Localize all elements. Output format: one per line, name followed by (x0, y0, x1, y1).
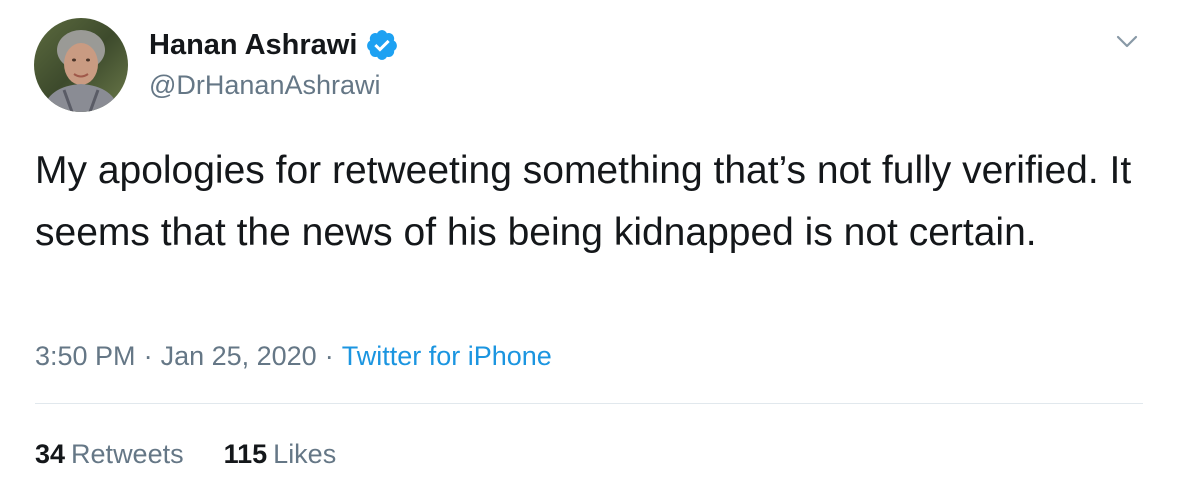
divider (35, 403, 1143, 404)
likes-count: 115 (223, 439, 268, 469)
retweets-label: Retweets (71, 439, 184, 469)
likes-label: Likes (273, 439, 337, 469)
author-handle[interactable]: @DrHananAshrawi (149, 68, 381, 102)
tweet-meta: 3:50 PM · Jan 25, 2020 · Twitter for iPhone (35, 338, 552, 374)
meta-separator: · (143, 341, 153, 371)
retweets-count: 34 (35, 439, 66, 469)
meta-separator: · (324, 341, 334, 371)
verified-badge-icon (365, 28, 399, 62)
tweet-source-link[interactable]: Twitter for iPhone (342, 341, 552, 371)
author-name-row[interactable]: Hanan Ashrawi (149, 27, 399, 63)
tweet-time[interactable]: 3:50 PM (35, 341, 136, 371)
retweets-stat[interactable]: 34 Retweets (35, 436, 184, 472)
tweet-text: My apologies for retweeting something th… (35, 149, 1132, 254)
tweet-date[interactable]: Jan 25, 2020 (161, 341, 317, 371)
tweet-stats: 34 Retweets 115 Likes (35, 436, 336, 472)
chevron-down-icon[interactable] (1112, 26, 1142, 56)
author-display-name[interactable]: Hanan Ashrawi (149, 27, 357, 63)
likes-stat[interactable]: 115 Likes (224, 436, 337, 472)
avatar-photo (34, 18, 128, 112)
avatar[interactable] (34, 18, 128, 112)
